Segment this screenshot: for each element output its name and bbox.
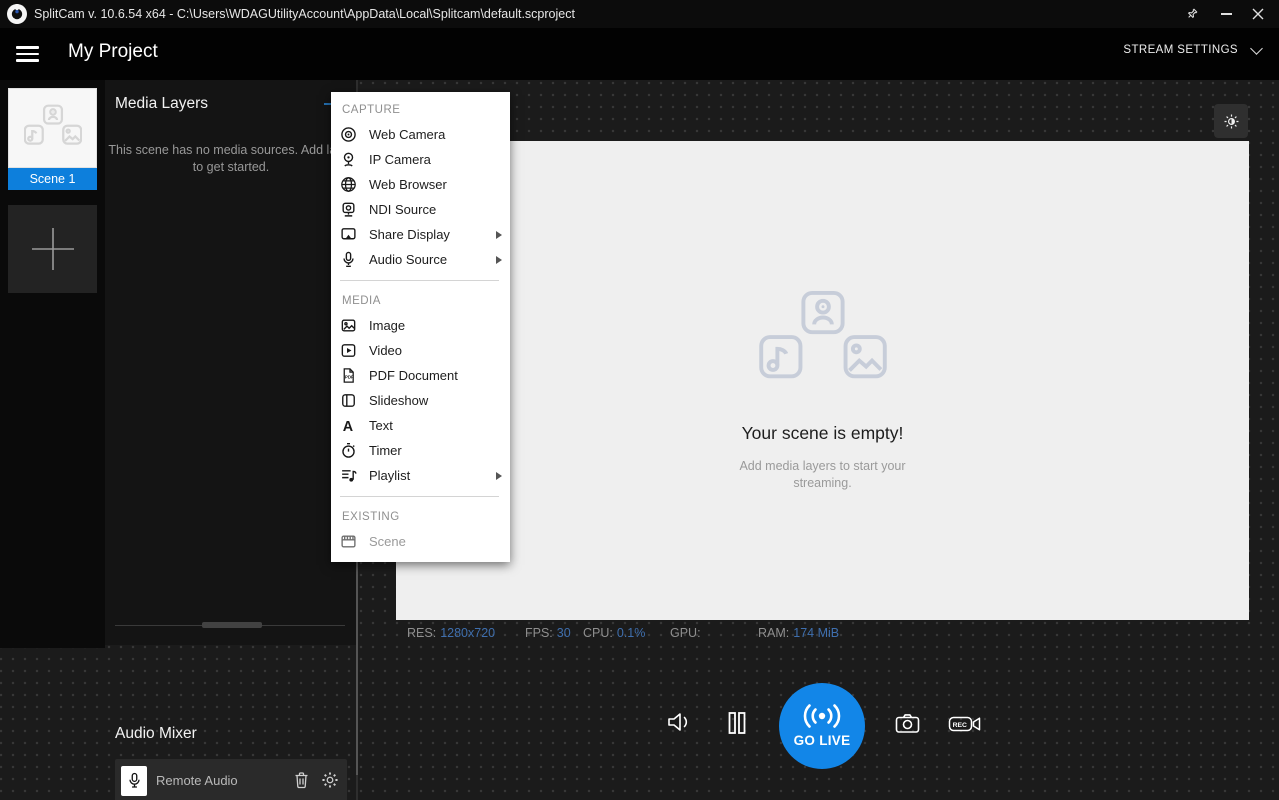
go-live-button[interactable]: GO LIVE: [779, 683, 865, 769]
status-fps: FPS:30: [525, 626, 571, 640]
scene-thumbnail-image: [8, 88, 97, 168]
ndi-source-icon: [340, 201, 357, 218]
add-layer-menu: CAPTURE Web Camera IP Camera: [331, 92, 510, 562]
snapshot-camera-button[interactable]: [894, 711, 921, 735]
menu-item-text[interactable]: A Text: [331, 413, 510, 438]
chevron-down-icon: [1250, 42, 1263, 55]
media-layers-empty-text: This scene has no media sources. Add lay…: [107, 142, 355, 176]
app-body: Scene 1 Media Layers This scene has no m…: [0, 80, 1279, 800]
status-gpu: GPU:: [670, 626, 705, 640]
scene-preview: Your scene is empty! Add media layers to…: [396, 141, 1249, 620]
source-settings-gear-icon[interactable]: [321, 771, 341, 791]
image-icon: [340, 317, 357, 334]
menu-item-slideshow[interactable]: Slideshow: [331, 388, 510, 413]
page-title: My Project: [68, 41, 158, 63]
go-live-label: GO LIVE: [794, 733, 851, 748]
share-display-icon: [340, 226, 357, 243]
minimize-button[interactable]: [1211, 0, 1241, 28]
panel-resize-handle[interactable]: [202, 622, 262, 628]
menu-item-web-camera[interactable]: Web Camera: [331, 122, 510, 147]
submenu-arrow-icon: [496, 231, 502, 239]
menu-item-ip-camera[interactable]: IP Camera: [331, 147, 510, 172]
text-icon: A: [340, 417, 357, 434]
video-icon: [340, 342, 357, 359]
scene-name-label: Scene 1: [8, 168, 97, 190]
pdf-document-icon: PDF: [340, 367, 357, 384]
status-cpu: CPU:0.1%: [583, 626, 645, 640]
audio-source-icon: [340, 251, 357, 268]
audio-mixer-title: Audio Mixer: [115, 725, 197, 743]
ip-camera-icon: [340, 151, 357, 168]
media-layers-panel: Media Layers This scene has no media sou…: [105, 80, 358, 645]
timer-icon: [340, 442, 357, 459]
playlist-icon: [340, 467, 357, 484]
submenu-arrow-icon: [496, 256, 502, 264]
audio-source-name: Remote Audio: [156, 773, 238, 788]
stream-settings-button[interactable]: STREAM SETTINGS: [1123, 44, 1261, 56]
status-ram: RAM:174 MiB: [758, 626, 839, 640]
close-button[interactable]: [1243, 0, 1273, 28]
menu-item-audio-source[interactable]: Audio Source: [331, 247, 510, 272]
audio-mixer-source-card: Remote Audio: [115, 759, 347, 800]
menu-item-playlist[interactable]: Playlist: [331, 463, 510, 488]
web-browser-icon: [340, 176, 357, 193]
scrollbar-thumb[interactable]: [356, 560, 358, 775]
status-bar: RES:1280x720 FPS:30 CPU:0.1% GPU: RAM:17…: [396, 623, 1249, 645]
menu-item-timer[interactable]: Timer: [331, 438, 510, 463]
menu-item-share-display[interactable]: Share Display: [331, 222, 510, 247]
pause-button[interactable]: [726, 711, 748, 735]
scene-icon: [340, 533, 357, 550]
splitcam-window: SplitCam v. 10.6.54 x64 - C:\Users\WDAGU…: [0, 0, 1279, 800]
splitcam-logo-icon: [6, 3, 28, 25]
empty-scene-title: Your scene is empty!: [742, 423, 904, 444]
delete-source-icon[interactable]: [293, 771, 313, 791]
menu-section-capture: CAPTURE: [331, 98, 510, 122]
add-scene-button[interactable]: [8, 205, 97, 293]
app-header: My Project STREAM SETTINGS: [0, 28, 1279, 80]
menu-section-media: MEDIA: [331, 289, 510, 313]
pin-on-top-button[interactable]: [1177, 0, 1207, 28]
svg-text:A: A: [343, 419, 353, 434]
window-title: SplitCam v. 10.6.54 x64 - C:\Users\WDAGU…: [34, 0, 575, 28]
empty-scene-subtitle: Add media layers to start your streaming…: [735, 458, 910, 492]
status-resolution: RES:1280x720: [407, 626, 495, 640]
microphone-icon: [121, 766, 147, 796]
record-button[interactable]: REC: [948, 713, 982, 735]
scene-thumbnail[interactable]: Scene 1: [8, 88, 97, 190]
menu-item-ndi-source[interactable]: NDI Source: [331, 197, 510, 222]
title-bar: SplitCam v. 10.6.54 x64 - C:\Users\WDAGU…: [0, 0, 1279, 28]
rec-label: REC: [953, 722, 967, 729]
hamburger-menu-icon[interactable]: [16, 43, 42, 65]
stream-settings-label: STREAM SETTINGS: [1123, 44, 1238, 56]
slideshow-icon: [340, 392, 357, 409]
media-layers-title: Media Layers: [115, 95, 208, 113]
submenu-arrow-icon: [496, 472, 502, 480]
output-volume-button[interactable]: [666, 710, 694, 734]
menu-section-existing: EXISTING: [331, 505, 510, 529]
menu-item-image[interactable]: Image: [331, 313, 510, 338]
brightness-button[interactable]: [1214, 104, 1248, 138]
menu-item-scene[interactable]: Scene: [331, 529, 510, 554]
menu-item-video[interactable]: Video: [331, 338, 510, 363]
menu-item-pdf-document[interactable]: PDF PDF Document: [331, 363, 510, 388]
empty-scene-icon: [759, 291, 887, 393]
web-camera-icon: [340, 126, 357, 143]
menu-divider: [340, 280, 499, 281]
scenes-panel: Scene 1: [0, 80, 105, 648]
menu-divider: [340, 496, 499, 497]
menu-item-web-browser[interactable]: Web Browser: [331, 172, 510, 197]
svg-text:PDF: PDF: [345, 374, 354, 379]
